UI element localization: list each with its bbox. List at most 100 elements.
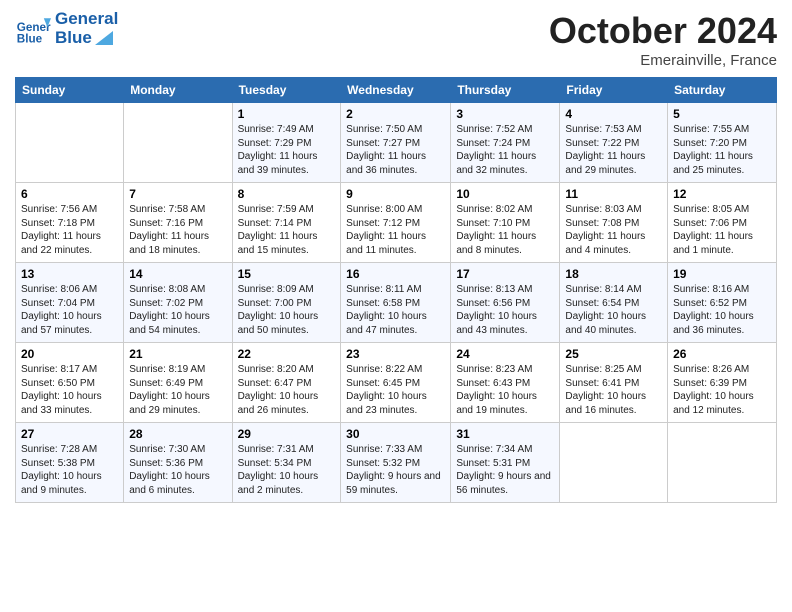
day-number: 3	[456, 107, 554, 121]
day-info: Sunrise: 8:20 AMSunset: 6:47 PMDaylight:…	[238, 364, 319, 416]
calendar-cell: 9Sunrise: 8:00 AMSunset: 7:12 PMDaylight…	[341, 183, 451, 263]
week-row-5: 27 Sunrise: 7:28 AMSunset: 5:38 PMDayligh…	[16, 423, 777, 503]
day-number: 31	[456, 427, 554, 441]
calendar-cell: 30 Sunrise: 7:33 AMSunset: 5:32 PMDayligh…	[341, 423, 451, 503]
day-number: 10	[456, 187, 554, 201]
calendar-cell: 21 Sunrise: 8:19 AMSunset: 6:49 PMDayligh…	[124, 343, 232, 423]
calendar-cell: 10 Sunrise: 8:02 AMSunset: 7:10 PMDayligh…	[451, 183, 560, 263]
day-info: Sunrise: 8:13 AMSunset: 6:56 PMDaylight:…	[456, 284, 537, 336]
calendar-cell: 16Sunrise: 8:11 AMSunset: 6:58 PMDayligh…	[341, 263, 451, 343]
title-block: October 2024 Emerainville, France	[549, 10, 777, 69]
calendar-cell: 13 Sunrise: 8:06 AMSunset: 7:04 PMDayligh…	[16, 263, 124, 343]
col-header-thursday: Thursday	[451, 78, 560, 103]
day-number: 22	[238, 347, 336, 361]
week-row-1: 1Sunrise: 7:49 AMSunset: 7:29 PMDaylight…	[16, 103, 777, 183]
day-info: Sunrise: 7:33 AMSunset: 5:32 PMDaylight:…	[346, 444, 441, 496]
day-info: Sunrise: 8:14 AMSunset: 6:54 PMDaylight:…	[565, 284, 646, 336]
day-info: Sunrise: 8:26 AMSunset: 6:39 PMDaylight:…	[673, 364, 754, 416]
day-number: 13	[21, 267, 118, 281]
calendar-cell: 27 Sunrise: 7:28 AMSunset: 5:38 PMDayligh…	[16, 423, 124, 503]
day-info: Sunrise: 8:05 AMSunset: 7:06 PMDaylight:…	[673, 204, 753, 256]
day-info: Sunrise: 7:34 AMSunset: 5:31 PMDaylight:…	[456, 444, 551, 496]
day-number: 27	[21, 427, 118, 441]
week-row-2: 6 Sunrise: 7:56 AMSunset: 7:18 PMDaylight…	[16, 183, 777, 263]
day-info: Sunrise: 8:00 AMSunset: 7:12 PMDaylight:…	[346, 204, 426, 256]
day-info: Sunrise: 7:31 AMSunset: 5:34 PMDaylight:…	[238, 444, 319, 496]
calendar-cell: 12 Sunrise: 8:05 AMSunset: 7:06 PMDayligh…	[668, 183, 777, 263]
day-info: Sunrise: 8:08 AMSunset: 7:02 PMDaylight:…	[129, 284, 210, 336]
week-row-3: 13 Sunrise: 8:06 AMSunset: 7:04 PMDayligh…	[16, 263, 777, 343]
day-info: Sunrise: 8:02 AMSunset: 7:10 PMDaylight:…	[456, 204, 536, 256]
calendar-cell: 18 Sunrise: 8:14 AMSunset: 6:54 PMDayligh…	[560, 263, 668, 343]
calendar-cell: 5Sunrise: 7:55 AMSunset: 7:20 PMDaylight…	[668, 103, 777, 183]
calendar-cell: 17 Sunrise: 8:13 AMSunset: 6:56 PMDayligh…	[451, 263, 560, 343]
day-info: Sunrise: 8:06 AMSunset: 7:04 PMDaylight:…	[21, 284, 102, 336]
logo-general: General	[55, 10, 118, 29]
day-number: 7	[129, 187, 226, 201]
month-title: October 2024	[549, 10, 777, 52]
day-number: 30	[346, 427, 445, 441]
day-number: 6	[21, 187, 118, 201]
day-info: Sunrise: 8:23 AMSunset: 6:43 PMDaylight:…	[456, 364, 537, 416]
calendar-cell: 25Sunrise: 8:25 AMSunset: 6:41 PMDayligh…	[560, 343, 668, 423]
day-number: 2	[346, 107, 445, 121]
day-info: Sunrise: 8:17 AMSunset: 6:50 PMDaylight:…	[21, 364, 102, 416]
day-number: 21	[129, 347, 226, 361]
day-number: 18	[565, 267, 662, 281]
calendar-cell: 29 Sunrise: 7:31 AMSunset: 5:34 PMDayligh…	[232, 423, 341, 503]
day-number: 24	[456, 347, 554, 361]
location: Emerainville, France	[549, 52, 777, 69]
day-number: 28	[129, 427, 226, 441]
day-number: 11	[565, 187, 662, 201]
day-info: Sunrise: 7:30 AMSunset: 5:36 PMDaylight:…	[129, 444, 210, 496]
day-info: Sunrise: 8:22 AMSunset: 6:45 PMDaylight:…	[346, 364, 427, 416]
col-header-monday: Monday	[124, 78, 232, 103]
calendar-cell: 31 Sunrise: 7:34 AMSunset: 5:31 PMDayligh…	[451, 423, 560, 503]
day-number: 17	[456, 267, 554, 281]
day-info: Sunrise: 7:53 AMSunset: 7:22 PMDaylight:…	[565, 124, 645, 176]
calendar-cell: 19Sunrise: 8:16 AMSunset: 6:52 PMDayligh…	[668, 263, 777, 343]
day-info: Sunrise: 7:56 AMSunset: 7:18 PMDaylight:…	[21, 204, 101, 256]
day-number: 23	[346, 347, 445, 361]
day-info: Sunrise: 7:55 AMSunset: 7:20 PMDaylight:…	[673, 124, 753, 176]
day-info: Sunrise: 8:09 AMSunset: 7:00 PMDaylight:…	[238, 284, 319, 336]
calendar-cell: 8Sunrise: 7:59 AMSunset: 7:14 PMDaylight…	[232, 183, 341, 263]
day-info: Sunrise: 8:19 AMSunset: 6:49 PMDaylight:…	[129, 364, 210, 416]
calendar-cell	[16, 103, 124, 183]
calendar-cell: 23 Sunrise: 8:22 AMSunset: 6:45 PMDayligh…	[341, 343, 451, 423]
calendar-cell: 6 Sunrise: 7:56 AMSunset: 7:18 PMDaylight…	[16, 183, 124, 263]
week-row-4: 20 Sunrise: 8:17 AMSunset: 6:50 PMDayligh…	[16, 343, 777, 423]
day-number: 12	[673, 187, 771, 201]
logo-blue: Blue	[55, 29, 118, 48]
col-header-saturday: Saturday	[668, 78, 777, 103]
day-number: 1	[238, 107, 336, 121]
day-info: Sunrise: 8:03 AMSunset: 7:08 PMDaylight:…	[565, 204, 645, 256]
calendar-cell	[560, 423, 668, 503]
calendar-cell	[124, 103, 232, 183]
calendar-cell: 20 Sunrise: 8:17 AMSunset: 6:50 PMDayligh…	[16, 343, 124, 423]
day-number: 4	[565, 107, 662, 121]
day-number: 26	[673, 347, 771, 361]
calendar-cell: 24 Sunrise: 8:23 AMSunset: 6:43 PMDayligh…	[451, 343, 560, 423]
calendar-cell: 3Sunrise: 7:52 AMSunset: 7:24 PMDaylight…	[451, 103, 560, 183]
calendar-cell: 11 Sunrise: 8:03 AMSunset: 7:08 PMDayligh…	[560, 183, 668, 263]
calendar-header-row: SundayMondayTuesdayWednesdayThursdayFrid…	[16, 78, 777, 103]
calendar-cell: 26 Sunrise: 8:26 AMSunset: 6:39 PMDayligh…	[668, 343, 777, 423]
day-number: 8	[238, 187, 336, 201]
day-number: 20	[21, 347, 118, 361]
col-header-friday: Friday	[560, 78, 668, 103]
calendar-cell: 14 Sunrise: 8:08 AMSunset: 7:02 PMDayligh…	[124, 263, 232, 343]
calendar-cell: 22 Sunrise: 8:20 AMSunset: 6:47 PMDayligh…	[232, 343, 341, 423]
calendar-cell: 2Sunrise: 7:50 AMSunset: 7:27 PMDaylight…	[341, 103, 451, 183]
logo: General Blue General Blue	[15, 10, 118, 47]
col-header-tuesday: Tuesday	[232, 78, 341, 103]
page-header: General Blue General Blue October 2024 E…	[15, 10, 777, 69]
calendar-cell: 1Sunrise: 7:49 AMSunset: 7:29 PMDaylight…	[232, 103, 341, 183]
calendar-cell: 15Sunrise: 8:09 AMSunset: 7:00 PMDayligh…	[232, 263, 341, 343]
day-info: Sunrise: 7:28 AMSunset: 5:38 PMDaylight:…	[21, 444, 102, 496]
day-number: 29	[238, 427, 336, 441]
calendar-cell: 7Sunrise: 7:58 AMSunset: 7:16 PMDaylight…	[124, 183, 232, 263]
calendar-cell: 28 Sunrise: 7:30 AMSunset: 5:36 PMDayligh…	[124, 423, 232, 503]
day-number: 14	[129, 267, 226, 281]
calendar-cell: 4 Sunrise: 7:53 AMSunset: 7:22 PMDaylight…	[560, 103, 668, 183]
